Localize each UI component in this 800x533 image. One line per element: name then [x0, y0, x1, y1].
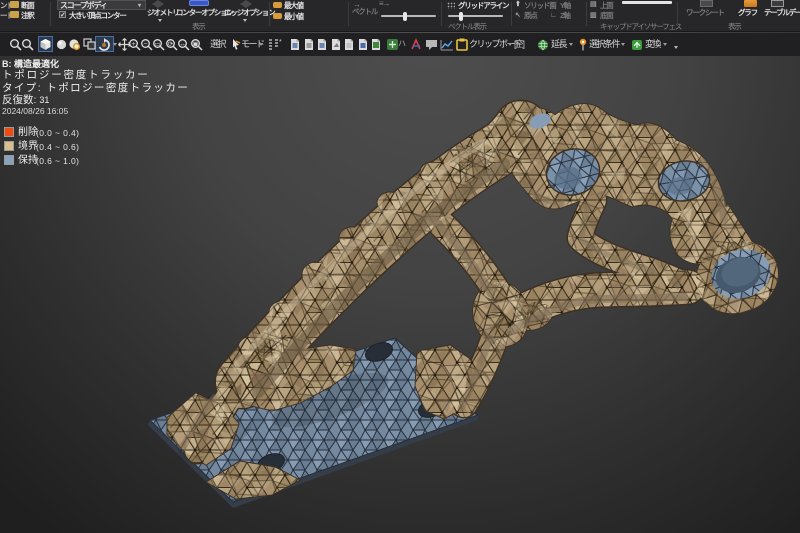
- svg-text:*: *: [279, 39, 282, 46]
- svg-text:↔: ↔: [179, 41, 186, 48]
- svg-text:−: −: [144, 41, 148, 48]
- svg-text:⟳: ⟳: [168, 41, 174, 48]
- svg-text:+: +: [132, 41, 136, 48]
- svg-text:▣: ▣: [192, 41, 198, 48]
- svg-text:▭: ▭: [154, 41, 160, 48]
